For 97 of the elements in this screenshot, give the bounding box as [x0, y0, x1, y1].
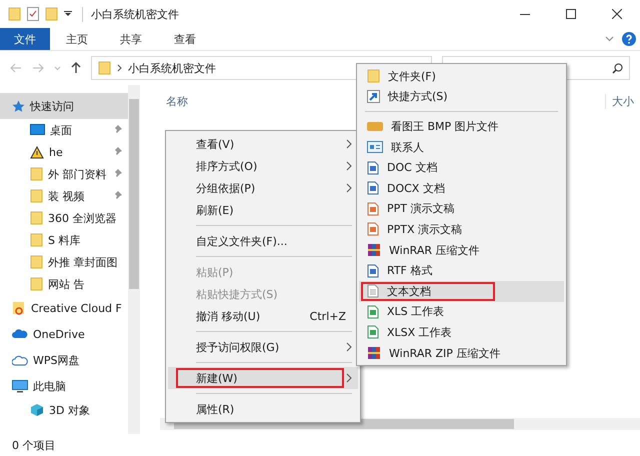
sidebar-item[interactable]: 外推 章封面图 — [0, 251, 128, 273]
forward-icon[interactable] — [32, 63, 44, 73]
document-icon — [367, 181, 379, 196]
pin-icon — [113, 169, 122, 178]
spreadsheet-icon — [367, 325, 379, 340]
chevron-right-icon — [346, 373, 352, 383]
folder-icon — [30, 189, 43, 203]
menu-item[interactable]: 分组依据(P) — [168, 177, 358, 199]
properties-icon[interactable] — [27, 7, 39, 21]
menu-item[interactable]: DOCX 文档 — [359, 178, 564, 199]
image-file-icon — [367, 120, 383, 132]
sidebar-item[interactable]: 桌面 — [0, 119, 128, 141]
cloud-folder-icon — [12, 301, 26, 315]
menu-item[interactable]: 撤消 移动(U) Ctrl+Z — [168, 305, 358, 327]
menu-item[interactable]: 联系人 — [359, 136, 564, 158]
document-icon — [367, 264, 379, 278]
folder-icon — [367, 69, 380, 84]
menu-item[interactable]: RTF 格式 — [359, 260, 564, 281]
back-icon[interactable] — [10, 63, 22, 73]
archive-icon — [367, 346, 381, 360]
sidebar-item[interactable]: he — [0, 141, 128, 163]
sidebar-item[interactable]: Creative Cloud F — [0, 295, 128, 321]
sidebar-item[interactable]: WPS网盘 — [0, 347, 128, 373]
spreadsheet-icon — [367, 304, 379, 319]
document-icon — [367, 160, 379, 175]
menu-item[interactable]: 查看(V) — [168, 133, 358, 155]
archive-icon — [367, 243, 381, 258]
sidebar-item[interactable]: 装 视频 — [0, 185, 128, 207]
folder-icon — [30, 255, 43, 269]
up-icon[interactable] — [71, 62, 81, 74]
pin-icon — [113, 147, 122, 156]
vertical-scrollbar[interactable] — [128, 85, 140, 434]
expand-ribbon-icon[interactable] — [605, 36, 614, 42]
computer-icon — [12, 380, 28, 392]
pin-icon — [113, 191, 122, 200]
ribbon-tab[interactable]: 文件 — [0, 28, 50, 50]
chevron-right-icon — [346, 342, 352, 352]
folder-icon — [30, 211, 43, 225]
menu-item[interactable]: XLSX 工作表 — [359, 322, 564, 343]
chevron-right-icon — [346, 183, 352, 193]
sidebar-item[interactable]: 3D 对象 — [0, 399, 128, 421]
dropdown-icon[interactable] — [64, 11, 72, 17]
menu-item[interactable]: 自定义文件夹(F)... — [168, 230, 358, 252]
ribbon-tab[interactable]: 查看 — [158, 28, 212, 50]
chevron-right-icon — [346, 139, 352, 149]
menu-item[interactable]: 新建(W) — [168, 367, 358, 389]
cloud-icon — [12, 329, 28, 339]
cube-icon — [30, 403, 44, 417]
sidebar-item[interactable]: 外 部门资料 — [0, 163, 128, 185]
folder-icon — [30, 277, 43, 291]
menu-item[interactable]: 排序方式(O) — [168, 155, 358, 177]
sidebar-item[interactable]: 360 全浏览器 — [0, 207, 128, 229]
warning-icon — [30, 146, 44, 158]
text-file-icon — [367, 284, 379, 298]
presentation-icon — [367, 202, 379, 216]
sidebar-item[interactable]: 此电脑 — [0, 373, 128, 399]
menu-item[interactable]: DOC 文档 — [359, 157, 564, 178]
menu-item[interactable]: PPT 演示文稿 — [359, 198, 564, 220]
menu-item[interactable]: 刷新(E) — [168, 199, 358, 221]
sidebar-item[interactable]: OneDrive — [0, 321, 128, 347]
close-icon — [612, 9, 622, 19]
chevron-right-icon — [346, 161, 352, 171]
menu-item[interactable]: PPTX 演示文稿 — [359, 219, 564, 240]
menu-item[interactable]: 属性(R) — [168, 398, 358, 420]
folder-icon — [30, 233, 43, 247]
chevron-right-icon — [117, 64, 122, 72]
menu-item[interactable]: WinRAR 压缩文件 — [359, 240, 564, 260]
help-icon[interactable] — [622, 32, 636, 46]
cloud-icon — [12, 354, 28, 366]
folder-icon — [98, 61, 111, 75]
menu-item[interactable]: 看图王 BMP 图片文件 — [359, 116, 564, 137]
column-header[interactable]: 名称 — [160, 94, 194, 108]
star-icon — [12, 100, 25, 112]
sidebar-item[interactable]: 网站 告 — [0, 273, 128, 295]
shortcut-icon — [367, 90, 380, 104]
sidebar-item[interactable]: 快速访问 — [0, 93, 128, 119]
ribbon-tab[interactable]: 主页 — [50, 28, 104, 50]
status-text: 0 个项目 — [12, 438, 56, 452]
menu-item[interactable]: 快捷方式(S) — [359, 86, 564, 108]
recent-dropdown-icon[interactable] — [54, 66, 61, 70]
ribbon-tab[interactable]: 共享 — [104, 28, 158, 50]
menu-item[interactable]: XLS 工作表 — [359, 302, 564, 322]
window-title: 小白系统机密文件 — [82, 6, 179, 22]
pin-icon — [113, 125, 122, 134]
sidebar-item[interactable]: S 料库 — [0, 229, 128, 251]
presentation-icon — [367, 222, 379, 236]
maximize-icon — [566, 9, 576, 19]
new-folder-icon — [45, 7, 58, 21]
monitor-icon — [30, 124, 45, 136]
contact-card-icon — [367, 141, 383, 154]
menu-item[interactable]: WinRAR ZIP 压缩文件 — [359, 342, 564, 364]
folder-icon — [8, 7, 21, 21]
search-icon — [612, 62, 623, 74]
column-header[interactable]: 大小 — [605, 94, 640, 108]
menu-item[interactable]: 文本文档 — [359, 280, 564, 302]
menu-item[interactable]: 授予访问权限(G) — [168, 336, 358, 358]
folder-icon — [30, 167, 43, 181]
